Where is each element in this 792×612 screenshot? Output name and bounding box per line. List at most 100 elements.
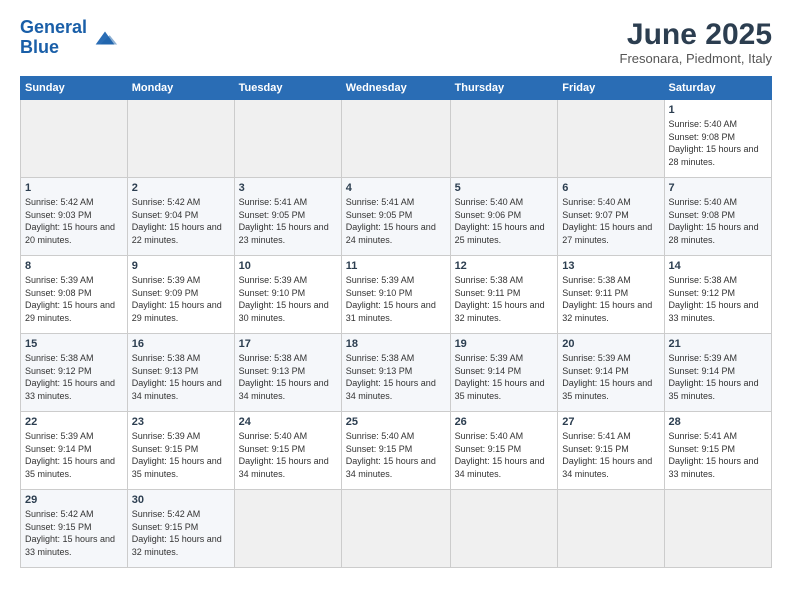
location: Fresonara, Piedmont, Italy xyxy=(620,51,772,66)
calendar-cell xyxy=(450,490,558,568)
calendar-cell: 3 Sunrise: 5:41 AMSunset: 9:05 PMDayligh… xyxy=(234,178,341,256)
calendar-cell: 13 Sunrise: 5:38 AMSunset: 9:11 PMDaylig… xyxy=(558,256,664,334)
day-info: Sunrise: 5:41 AMSunset: 9:15 PMDaylight:… xyxy=(562,431,652,479)
day-info: Sunrise: 5:38 AMSunset: 9:13 PMDaylight:… xyxy=(239,353,329,401)
week-row-5: 29 Sunrise: 5:42 AMSunset: 9:15 PMDaylig… xyxy=(21,490,772,568)
calendar-cell: 1 Sunrise: 5:40 AMSunset: 9:08 PMDayligh… xyxy=(664,100,771,178)
day-info: Sunrise: 5:42 AMSunset: 9:04 PMDaylight:… xyxy=(132,197,222,245)
day-number: 26 xyxy=(455,416,554,428)
day-info: Sunrise: 5:40 AMSunset: 9:08 PMDaylight:… xyxy=(669,119,759,167)
calendar-cell: 18 Sunrise: 5:38 AMSunset: 9:13 PMDaylig… xyxy=(341,334,450,412)
day-number: 1 xyxy=(669,104,767,116)
day-number: 3 xyxy=(239,182,337,194)
day-number: 18 xyxy=(346,338,446,350)
calendar-cell: 6 Sunrise: 5:40 AMSunset: 9:07 PMDayligh… xyxy=(558,178,664,256)
day-info: Sunrise: 5:42 AMSunset: 9:03 PMDaylight:… xyxy=(25,197,115,245)
logo-general: General xyxy=(20,17,87,37)
header-day-thursday: Thursday xyxy=(450,77,558,100)
calendar-cell xyxy=(341,100,450,178)
calendar-cell: 11 Sunrise: 5:39 AMSunset: 9:10 PMDaylig… xyxy=(341,256,450,334)
calendar-cell: 7 Sunrise: 5:40 AMSunset: 9:08 PMDayligh… xyxy=(664,178,771,256)
calendar-cell: 4 Sunrise: 5:41 AMSunset: 9:05 PMDayligh… xyxy=(341,178,450,256)
day-info: Sunrise: 5:41 AMSunset: 9:15 PMDaylight:… xyxy=(669,431,759,479)
calendar-cell xyxy=(558,490,664,568)
day-info: Sunrise: 5:39 AMSunset: 9:08 PMDaylight:… xyxy=(25,275,115,323)
day-number: 17 xyxy=(239,338,337,350)
calendar-cell xyxy=(558,100,664,178)
calendar-cell: 23 Sunrise: 5:39 AMSunset: 9:15 PMDaylig… xyxy=(127,412,234,490)
header-day-tuesday: Tuesday xyxy=(234,77,341,100)
day-info: Sunrise: 5:40 AMSunset: 9:15 PMDaylight:… xyxy=(239,431,329,479)
day-number: 24 xyxy=(239,416,337,428)
day-number: 27 xyxy=(562,416,659,428)
calendar-cell: 5 Sunrise: 5:40 AMSunset: 9:06 PMDayligh… xyxy=(450,178,558,256)
day-number: 14 xyxy=(669,260,767,272)
calendar-cell: 16 Sunrise: 5:38 AMSunset: 9:13 PMDaylig… xyxy=(127,334,234,412)
day-info: Sunrise: 5:38 AMSunset: 9:13 PMDaylight:… xyxy=(132,353,222,401)
day-number: 8 xyxy=(25,260,123,272)
day-number: 19 xyxy=(455,338,554,350)
day-number: 5 xyxy=(455,182,554,194)
day-number: 23 xyxy=(132,416,230,428)
day-info: Sunrise: 5:39 AMSunset: 9:15 PMDaylight:… xyxy=(132,431,222,479)
calendar-cell: 30 Sunrise: 5:42 AMSunset: 9:15 PMDaylig… xyxy=(127,490,234,568)
day-number: 10 xyxy=(239,260,337,272)
day-info: Sunrise: 5:39 AMSunset: 9:09 PMDaylight:… xyxy=(132,275,222,323)
day-number: 25 xyxy=(346,416,446,428)
day-info: Sunrise: 5:40 AMSunset: 9:15 PMDaylight:… xyxy=(455,431,545,479)
header-day-sunday: Sunday xyxy=(21,77,128,100)
calendar-cell: 22 Sunrise: 5:39 AMSunset: 9:14 PMDaylig… xyxy=(21,412,128,490)
calendar-cell xyxy=(664,490,771,568)
day-info: Sunrise: 5:39 AMSunset: 9:14 PMDaylight:… xyxy=(455,353,545,401)
day-number: 21 xyxy=(669,338,767,350)
day-number: 30 xyxy=(132,494,230,506)
calendar-cell xyxy=(450,100,558,178)
calendar-cell: 19 Sunrise: 5:39 AMSunset: 9:14 PMDaylig… xyxy=(450,334,558,412)
header-row-days: SundayMondayTuesdayWednesdayThursdayFrid… xyxy=(21,77,772,100)
week-row-1: 1 Sunrise: 5:42 AMSunset: 9:03 PMDayligh… xyxy=(21,178,772,256)
day-number: 1 xyxy=(25,182,123,194)
day-info: Sunrise: 5:38 AMSunset: 9:11 PMDaylight:… xyxy=(562,275,652,323)
calendar-cell xyxy=(234,490,341,568)
calendar-cell: 1 Sunrise: 5:42 AMSunset: 9:03 PMDayligh… xyxy=(21,178,128,256)
day-info: Sunrise: 5:38 AMSunset: 9:12 PMDaylight:… xyxy=(25,353,115,401)
calendar-cell: 12 Sunrise: 5:38 AMSunset: 9:11 PMDaylig… xyxy=(450,256,558,334)
calendar-cell: 26 Sunrise: 5:40 AMSunset: 9:15 PMDaylig… xyxy=(450,412,558,490)
day-info: Sunrise: 5:39 AMSunset: 9:14 PMDaylight:… xyxy=(562,353,652,401)
week-row-3: 15 Sunrise: 5:38 AMSunset: 9:12 PMDaylig… xyxy=(21,334,772,412)
day-info: Sunrise: 5:40 AMSunset: 9:08 PMDaylight:… xyxy=(669,197,759,245)
day-info: Sunrise: 5:39 AMSunset: 9:14 PMDaylight:… xyxy=(669,353,759,401)
day-number: 20 xyxy=(562,338,659,350)
week-row-2: 8 Sunrise: 5:39 AMSunset: 9:08 PMDayligh… xyxy=(21,256,772,334)
header-day-saturday: Saturday xyxy=(664,77,771,100)
calendar-cell: 27 Sunrise: 5:41 AMSunset: 9:15 PMDaylig… xyxy=(558,412,664,490)
header-day-wednesday: Wednesday xyxy=(341,77,450,100)
day-info: Sunrise: 5:39 AMSunset: 9:10 PMDaylight:… xyxy=(239,275,329,323)
day-info: Sunrise: 5:42 AMSunset: 9:15 PMDaylight:… xyxy=(132,509,222,557)
calendar-cell: 10 Sunrise: 5:39 AMSunset: 9:10 PMDaylig… xyxy=(234,256,341,334)
day-number: 29 xyxy=(25,494,123,506)
calendar-cell: 20 Sunrise: 5:39 AMSunset: 9:14 PMDaylig… xyxy=(558,334,664,412)
logo: General Blue xyxy=(20,18,119,58)
day-info: Sunrise: 5:40 AMSunset: 9:06 PMDaylight:… xyxy=(455,197,545,245)
header-day-monday: Monday xyxy=(127,77,234,100)
calendar-cell: 24 Sunrise: 5:40 AMSunset: 9:15 PMDaylig… xyxy=(234,412,341,490)
day-number: 2 xyxy=(132,182,230,194)
calendar-cell: 25 Sunrise: 5:40 AMSunset: 9:15 PMDaylig… xyxy=(341,412,450,490)
title-block: June 2025 Fresonara, Piedmont, Italy xyxy=(620,18,772,66)
month-title: June 2025 xyxy=(620,18,772,51)
day-number: 16 xyxy=(132,338,230,350)
day-number: 11 xyxy=(346,260,446,272)
day-info: Sunrise: 5:42 AMSunset: 9:15 PMDaylight:… xyxy=(25,509,115,557)
calendar-cell: 21 Sunrise: 5:39 AMSunset: 9:14 PMDaylig… xyxy=(664,334,771,412)
calendar-cell: 2 Sunrise: 5:42 AMSunset: 9:04 PMDayligh… xyxy=(127,178,234,256)
week-row-0: 1 Sunrise: 5:40 AMSunset: 9:08 PMDayligh… xyxy=(21,100,772,178)
day-info: Sunrise: 5:39 AMSunset: 9:14 PMDaylight:… xyxy=(25,431,115,479)
calendar-cell xyxy=(127,100,234,178)
day-number: 12 xyxy=(455,260,554,272)
day-number: 22 xyxy=(25,416,123,428)
logo-text: General Blue xyxy=(20,18,87,58)
day-info: Sunrise: 5:38 AMSunset: 9:11 PMDaylight:… xyxy=(455,275,545,323)
calendar-cell: 14 Sunrise: 5:38 AMSunset: 9:12 PMDaylig… xyxy=(664,256,771,334)
logo-icon xyxy=(91,24,119,52)
